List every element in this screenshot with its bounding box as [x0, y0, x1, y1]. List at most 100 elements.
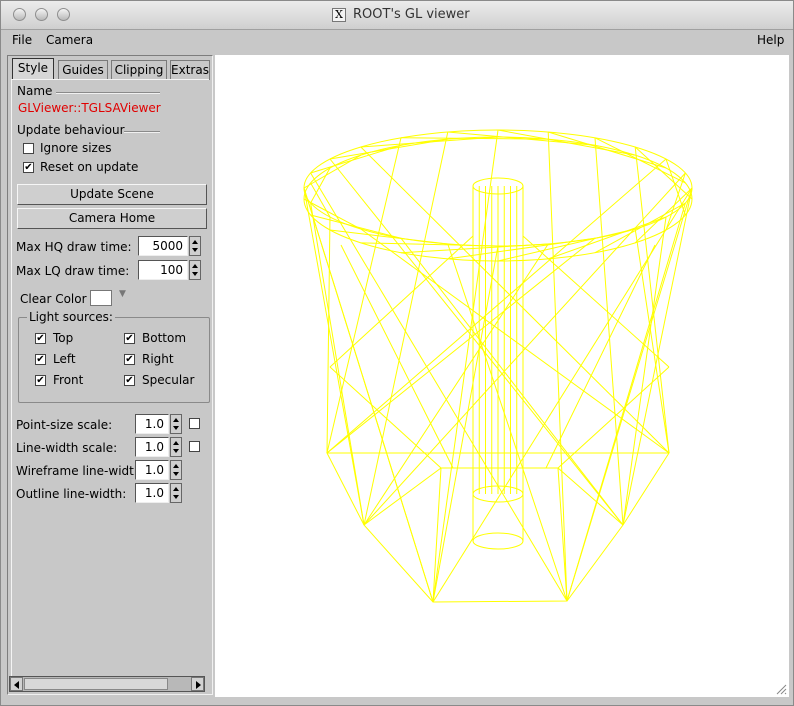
point-size-stepper[interactable] [170, 414, 182, 434]
menu-help[interactable]: Help [757, 33, 784, 47]
update-behaviour-heading: Update behaviour [17, 123, 125, 137]
line-width-checkbox[interactable] [189, 441, 200, 452]
line-width-stepper[interactable] [170, 437, 182, 457]
max-hq-stepper[interactable] [189, 236, 201, 256]
light-top-checkbox[interactable]: ✔ [35, 333, 46, 344]
reset-on-update-label: Reset on update [40, 160, 139, 174]
ignore-sizes-checkbox[interactable] [23, 143, 34, 154]
light-specular-checkbox[interactable]: ✔ [124, 375, 135, 386]
right-silhouette [566, 187, 693, 602]
menu-camera[interactable]: Camera [46, 33, 93, 47]
camera-home-button[interactable]: Camera Home [17, 208, 207, 229]
wire-edge [363, 131, 449, 526]
scrollbar-thumb[interactable] [24, 678, 168, 690]
wireframe-width-label: Wireframe line-width: [16, 464, 146, 478]
clear-color-label: Clear Color [20, 292, 87, 306]
outline-width-input[interactable]: 1.0 [135, 483, 169, 503]
tab-style[interactable]: Style [12, 58, 54, 80]
menu-file[interactable]: File [12, 33, 32, 47]
gl-viewport[interactable] [215, 55, 789, 697]
wire-edge [340, 244, 454, 469]
point-size-input[interactable]: 1.0 [135, 414, 169, 434]
x11-icon: X [332, 8, 346, 22]
tab-clipping[interactable]: Clipping [111, 60, 167, 80]
light-bottom-label: Bottom [142, 331, 187, 345]
light-front-checkbox[interactable]: ✔ [35, 375, 46, 386]
window-title: ROOT's GL viewer [353, 7, 470, 22]
wire-edge [363, 172, 686, 526]
wireframe-width-input[interactable]: 1.0 [135, 460, 169, 480]
wire-edge [594, 202, 686, 254]
reset-on-update-checkbox[interactable]: ✔ [23, 162, 34, 173]
title-bar: X ROOT's GL viewer [1, 1, 793, 30]
wire-edge [310, 202, 365, 526]
line-width-label: Line-width scale: [16, 441, 118, 455]
wire-edge [360, 146, 670, 454]
menu-bar: File Camera Help [1, 30, 793, 51]
chevron-down-icon[interactable]: ▼ [119, 289, 126, 299]
light-right-label: Right [142, 352, 174, 366]
light-front-label: Front [53, 373, 84, 387]
outline-width-stepper[interactable] [170, 483, 182, 503]
wire-edge [545, 244, 656, 469]
wire-edge [594, 137, 624, 526]
left-silhouette [303, 187, 434, 603]
max-hq-input[interactable]: 5000 [138, 236, 188, 256]
light-sources-group: Light sources: ✔ Top ✔ Bottom ✔ Left ✔ R… [18, 310, 210, 403]
light-specular-label: Specular [142, 373, 195, 387]
light-left-checkbox[interactable]: ✔ [35, 354, 46, 365]
line-width-input[interactable]: 1.0 [135, 437, 169, 457]
update-scene-button[interactable]: Update Scene [17, 184, 207, 205]
outline-width-label: Outline line-width: [16, 487, 127, 501]
wire-edge [326, 158, 667, 454]
wire-edge [326, 237, 596, 454]
minimize-window-button[interactable] [35, 8, 48, 21]
wire-edge [547, 131, 568, 602]
max-lq-label: Max LQ draw time: [16, 264, 130, 278]
wire-edge [310, 167, 331, 204]
close-window-button[interactable] [13, 8, 26, 21]
wireframe-width-stepper[interactable] [170, 460, 182, 480]
tab-guides[interactable]: Guides [58, 60, 108, 80]
light-sources-heading: Light sources: [27, 310, 115, 324]
max-lq-stepper[interactable] [189, 260, 201, 280]
gl-viewer-window: X ROOT's GL viewer File Camera Help Styl… [0, 0, 794, 706]
wire-edge [303, 187, 365, 526]
editor-panel: Style Guides Clipping Extras Name GLView… [7, 55, 213, 695]
scroll-left-button[interactable] [10, 677, 23, 691]
wire-edge [557, 467, 624, 526]
light-right-checkbox[interactable]: ✔ [124, 354, 135, 365]
light-left-label: Left [53, 352, 76, 366]
wire-edge [400, 237, 624, 526]
wire-edge [665, 172, 686, 231]
wire-edge [665, 158, 686, 216]
wire-edge [363, 243, 549, 526]
divider [124, 131, 160, 133]
ignore-sizes-label: Ignore sizes [40, 141, 112, 155]
point-size-checkbox[interactable] [189, 418, 200, 429]
max-lq-input[interactable]: 100 [138, 260, 188, 280]
divider [56, 92, 160, 94]
viewer-name-label: GLViewer::TGLSAViewer [18, 101, 161, 115]
cylinder-base [472, 532, 524, 550]
clear-color-swatch[interactable] [90, 290, 112, 306]
max-hq-label: Max HQ draw time: [16, 240, 132, 254]
light-top-label: Top [53, 331, 74, 345]
style-tab-content: Name GLViewer::TGLSAViewer Update behavi… [11, 79, 210, 684]
wireframe-scene[interactable] [215, 55, 789, 697]
wire-edge [329, 158, 624, 526]
name-heading: Name [17, 84, 53, 98]
wire-edge [363, 467, 442, 526]
wire-edge [548, 131, 667, 169]
wire-edge [310, 172, 568, 602]
panel-horizontal-scrollbar[interactable] [9, 676, 205, 692]
wire-edge [634, 146, 670, 454]
wire-edge [326, 216, 331, 454]
resize-grip-icon[interactable] [775, 683, 787, 695]
tab-extras[interactable]: Extras [170, 60, 210, 80]
zoom-window-button[interactable] [57, 8, 70, 21]
light-bottom-checkbox[interactable]: ✔ [124, 333, 135, 344]
point-size-label: Point-size scale: [16, 418, 113, 432]
wire-edge [634, 146, 693, 200]
scroll-right-button[interactable] [191, 677, 204, 691]
